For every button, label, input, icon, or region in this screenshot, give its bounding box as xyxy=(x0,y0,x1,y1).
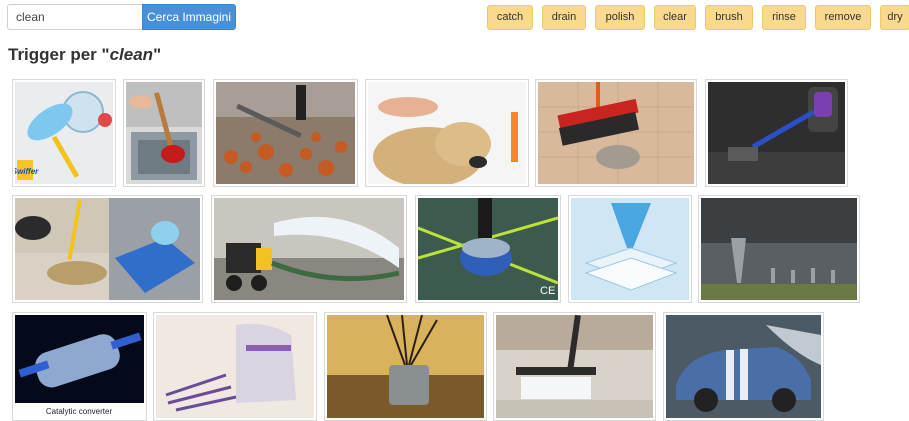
cordless-vacuum-image xyxy=(708,82,845,184)
duster-image: Swiffer xyxy=(15,82,113,184)
mop-image xyxy=(15,198,200,300)
image-plunger[interactable] xyxy=(123,79,205,187)
image-broom[interactable] xyxy=(535,79,697,187)
chip-catch[interactable]: catch xyxy=(487,5,533,30)
car-wash-image xyxy=(666,315,821,418)
swiffer-logo: Swiffer xyxy=(15,167,39,176)
tornado-pads-image xyxy=(571,198,689,300)
chip-drain[interactable]: drain xyxy=(542,5,586,30)
catalytic-converter-image: Catalytic converter xyxy=(15,315,144,418)
image-lavender-sachet[interactable] xyxy=(153,312,317,421)
image-duster[interactable]: Swiffer xyxy=(12,79,116,187)
floor-scrubber-image: CE xyxy=(418,198,558,300)
image-water-pump[interactable] xyxy=(211,195,407,303)
search-images-button[interactable]: Cerca Immagini xyxy=(142,4,236,30)
catalytic-converter-caption: Catalytic converter xyxy=(46,407,113,416)
search-term: clean xyxy=(109,45,154,64)
vacuum-steam-image xyxy=(496,315,653,418)
water-pump-image xyxy=(214,198,404,300)
image-floor-scrubber[interactable]: CE xyxy=(415,195,561,303)
plunger-image xyxy=(126,82,202,184)
image-catalytic-converter[interactable]: Catalytic converter xyxy=(12,312,147,421)
search-input[interactable] xyxy=(7,4,142,30)
chip-brush[interactable]: brush xyxy=(705,5,753,30)
chip-rinse[interactable]: rinse xyxy=(762,5,806,30)
broom-image xyxy=(538,82,694,184)
image-mop-and-cloth[interactable] xyxy=(12,195,203,303)
image-tornado-storm[interactable] xyxy=(698,195,860,303)
chip-clear[interactable]: clear xyxy=(654,5,696,30)
chip-remove[interactable]: remove xyxy=(815,5,871,30)
page-title: Trigger per "clean" xyxy=(8,45,162,64)
image-dog-washing[interactable] xyxy=(365,79,529,187)
ce-mark: CE xyxy=(540,285,555,297)
lavender-image xyxy=(156,315,314,418)
image-car-wash[interactable] xyxy=(663,312,824,421)
image-leaf-blower[interactable] xyxy=(213,79,358,187)
image-cordless-vacuum[interactable] xyxy=(705,79,848,187)
chip-polish[interactable]: polish xyxy=(595,5,645,30)
image-reed-diffuser[interactable] xyxy=(324,312,487,421)
image-tornado-pads[interactable] xyxy=(568,195,692,303)
leaf-blower-image xyxy=(216,82,355,184)
tornado-storm-image xyxy=(701,198,857,300)
chip-dry[interactable]: dry xyxy=(880,5,909,30)
search-bar: Cerca Immagini catch drain polish clear … xyxy=(0,0,909,36)
dog-washing-image xyxy=(368,82,526,184)
reed-diffuser-image xyxy=(327,315,484,418)
image-vacuum-steam[interactable] xyxy=(493,312,656,421)
